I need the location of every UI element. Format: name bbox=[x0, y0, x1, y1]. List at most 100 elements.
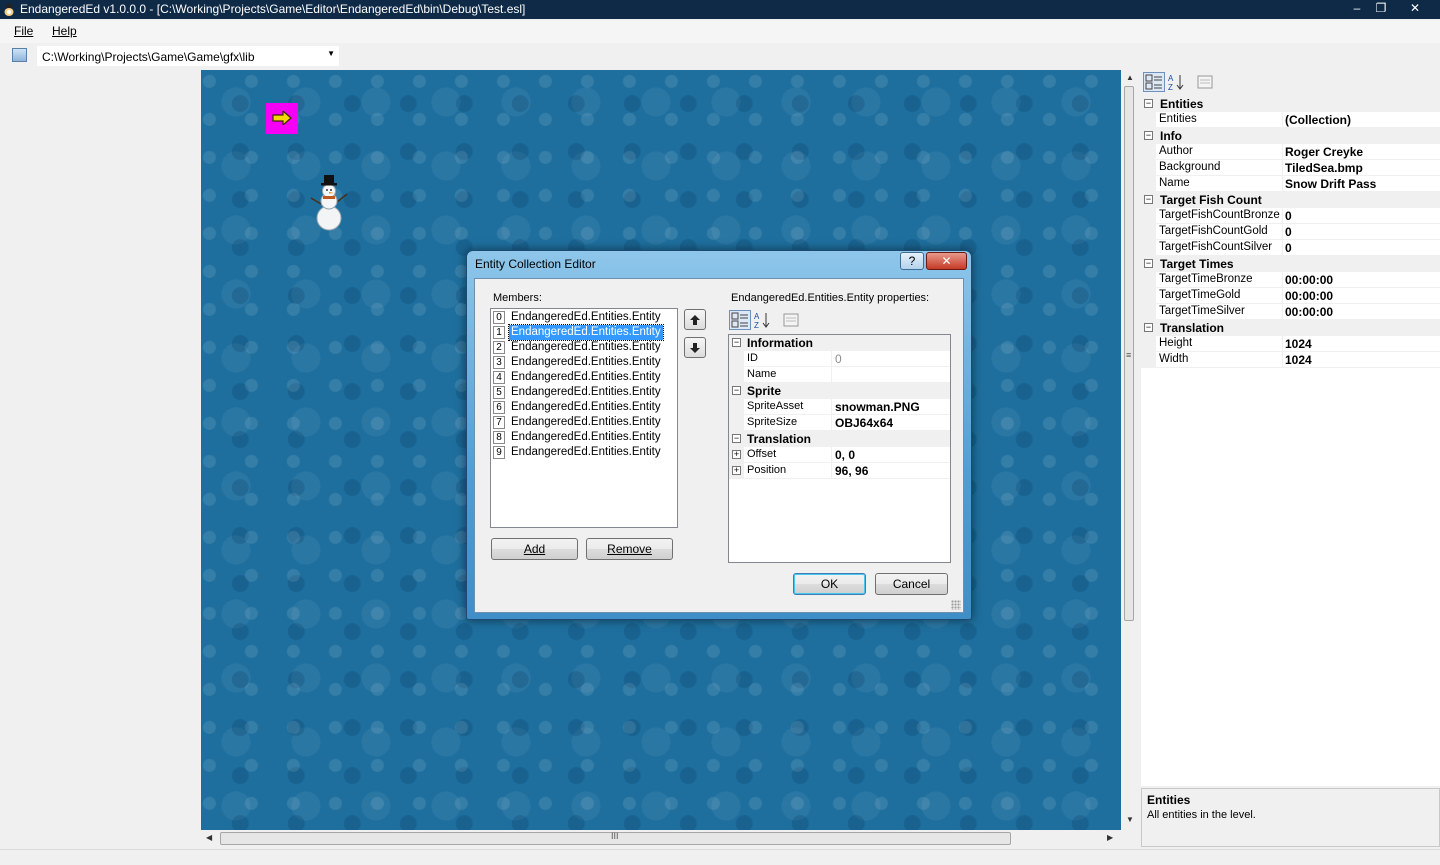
entity-alphabetical-button[interactable]: A Z bbox=[752, 310, 774, 330]
image-library-icon[interactable] bbox=[12, 48, 27, 62]
scroll-down-icon[interactable]: ▼ bbox=[1126, 815, 1134, 824]
scroll-up-icon[interactable]: ▲ bbox=[1126, 73, 1134, 82]
collapse-icon[interactable]: − bbox=[732, 386, 741, 395]
canvas-vertical-scrollbar[interactable]: ▲ ≡ ▼ bbox=[1121, 70, 1138, 830]
property-category[interactable]: − Target Fish Count bbox=[1141, 192, 1440, 208]
members-list-item[interactable]: 5 EndangeredEd.Entities.Entity bbox=[492, 385, 676, 400]
entity-property-pages-button[interactable] bbox=[780, 310, 802, 330]
entity-categorized-button[interactable] bbox=[729, 310, 751, 330]
property-value[interactable]: 0 bbox=[1285, 209, 1292, 223]
entity-property-category[interactable]: − Information bbox=[729, 335, 950, 351]
members-list-item[interactable]: 0 EndangeredEd.Entities.Entity bbox=[492, 310, 676, 325]
property-value[interactable]: 00:00:00 bbox=[1285, 289, 1333, 303]
property-row[interactable]: TargetFishCountSilver 0 bbox=[1141, 240, 1440, 256]
property-value[interactable]: OBJ64x64 bbox=[835, 416, 893, 430]
scroll-left-icon[interactable]: ◀ bbox=[206, 833, 212, 842]
entity-property-row[interactable]: Name bbox=[729, 367, 950, 383]
column-divider[interactable] bbox=[1282, 176, 1283, 192]
scroll-right-icon[interactable]: ▶ bbox=[1107, 833, 1113, 842]
entity-property-row[interactable]: + Offset 0, 0 bbox=[729, 447, 950, 463]
column-divider[interactable] bbox=[831, 399, 832, 415]
column-divider[interactable] bbox=[831, 447, 832, 463]
column-divider[interactable] bbox=[1282, 160, 1283, 176]
members-list-item[interactable]: 6 EndangeredEd.Entities.Entity bbox=[492, 400, 676, 415]
property-value[interactable]: 00:00:00 bbox=[1285, 305, 1333, 319]
canvas-horizontal-scrollbar[interactable]: ◀ III ▶ bbox=[201, 830, 1121, 847]
property-value[interactable]: 0 bbox=[835, 352, 842, 366]
cancel-button[interactable]: Cancel bbox=[875, 573, 948, 595]
move-up-button[interactable] bbox=[684, 309, 706, 330]
minimize-button[interactable]: – bbox=[1348, 0, 1366, 17]
members-list-item[interactable]: 4 EndangeredEd.Entities.Entity bbox=[492, 370, 676, 385]
property-value[interactable]: Snow Drift Pass bbox=[1285, 177, 1376, 191]
property-value[interactable]: 00:00:00 bbox=[1285, 273, 1333, 287]
members-list-item[interactable]: 1 EndangeredEd.Entities.Entity bbox=[492, 324, 676, 341]
members-list-item[interactable]: 3 EndangeredEd.Entities.Entity bbox=[492, 355, 676, 370]
property-pages-button[interactable] bbox=[1194, 72, 1216, 92]
entity-property-row[interactable]: SpriteSize OBJ64x64 bbox=[729, 415, 950, 431]
expand-icon[interactable]: + bbox=[732, 466, 741, 475]
column-divider[interactable] bbox=[1282, 272, 1283, 288]
property-row[interactable]: Author Roger Creyke bbox=[1141, 144, 1440, 160]
property-row[interactable]: Name Snow Drift Pass bbox=[1141, 176, 1440, 192]
alphabetical-view-button[interactable]: A Z bbox=[1166, 72, 1188, 92]
ok-button[interactable]: OK bbox=[793, 573, 866, 595]
property-category[interactable]: − Info bbox=[1141, 128, 1440, 144]
property-row[interactable]: TargetTimeBronze 00:00:00 bbox=[1141, 272, 1440, 288]
entity-property-category[interactable]: − Translation bbox=[729, 431, 950, 447]
property-value[interactable]: snowman.PNG bbox=[835, 400, 920, 414]
property-value[interactable]: 0 bbox=[1285, 241, 1292, 255]
property-category[interactable]: − Target Times bbox=[1141, 256, 1440, 272]
dialog-help-button[interactable]: ? bbox=[900, 252, 924, 270]
close-button[interactable]: ✕ bbox=[1400, 0, 1430, 17]
property-value[interactable]: 1024 bbox=[1285, 337, 1312, 351]
collapse-icon[interactable]: − bbox=[1144, 131, 1153, 140]
property-row[interactable]: TargetTimeSilver 00:00:00 bbox=[1141, 304, 1440, 320]
property-value[interactable]: TiledSea.bmp bbox=[1285, 161, 1363, 175]
entity-property-row[interactable]: SpriteAsset snowman.PNG bbox=[729, 399, 950, 415]
members-list-item[interactable]: 7 EndangeredEd.Entities.Entity bbox=[492, 415, 676, 430]
property-value[interactable]: 0, 0 bbox=[835, 448, 855, 462]
column-divider[interactable] bbox=[1282, 288, 1283, 304]
resize-grip-icon[interactable] bbox=[951, 600, 961, 610]
property-row[interactable]: Height 1024 bbox=[1141, 336, 1440, 352]
add-button[interactable]: Add bbox=[491, 538, 578, 560]
menu-help[interactable]: Help bbox=[52, 24, 77, 38]
property-row[interactable]: TargetFishCountGold 0 bbox=[1141, 224, 1440, 240]
entity-property-grid[interactable]: − Information ID 0 Name − Sprite SpriteAsset sno… bbox=[728, 334, 951, 563]
snowman-sprite[interactable] bbox=[305, 174, 353, 234]
property-row[interactable]: TargetFishCountBronze 0 bbox=[1141, 208, 1440, 224]
entity-property-category[interactable]: − Sprite bbox=[729, 383, 950, 399]
column-divider[interactable] bbox=[1282, 336, 1283, 352]
members-list-item[interactable]: 8 EndangeredEd.Entities.Entity bbox=[492, 430, 676, 445]
level-property-grid[interactable]: A Z − Entities Entities (Collection) − Info Au… bbox=[1141, 70, 1440, 786]
collapse-icon[interactable]: − bbox=[1144, 259, 1153, 268]
asset-path-combo[interactable]: C:\Working\Projects\Game\Game\gfx\lib ▼ bbox=[37, 46, 339, 66]
property-value[interactable]: 1024 bbox=[1285, 353, 1312, 367]
collapse-icon[interactable]: − bbox=[732, 338, 741, 347]
column-divider[interactable] bbox=[831, 415, 832, 431]
column-divider[interactable] bbox=[1282, 112, 1283, 128]
column-divider[interactable] bbox=[831, 367, 832, 383]
entity-property-row[interactable]: + Position 96, 96 bbox=[729, 463, 950, 479]
column-divider[interactable] bbox=[1282, 352, 1283, 368]
property-row[interactable]: TargetTimeGold 00:00:00 bbox=[1141, 288, 1440, 304]
property-row[interactable]: Background TiledSea.bmp bbox=[1141, 160, 1440, 176]
members-list-item[interactable]: 9 EndangeredEd.Entities.Entity bbox=[492, 445, 676, 460]
collapse-icon[interactable]: − bbox=[1144, 99, 1153, 108]
menu-file[interactable]: File bbox=[14, 24, 33, 38]
move-down-button[interactable] bbox=[684, 337, 706, 358]
members-list[interactable]: 0 EndangeredEd.Entities.Entity 1 Endangered… bbox=[490, 308, 678, 528]
column-divider[interactable] bbox=[1282, 144, 1283, 160]
property-row[interactable]: Entities (Collection) bbox=[1141, 112, 1440, 128]
categorized-view-button[interactable] bbox=[1143, 72, 1165, 92]
chevron-down-icon[interactable]: ▼ bbox=[327, 49, 335, 58]
property-value[interactable]: 0 bbox=[1285, 225, 1292, 239]
start-marker[interactable] bbox=[266, 103, 298, 134]
column-divider[interactable] bbox=[831, 463, 832, 479]
remove-button[interactable]: Remove bbox=[586, 538, 673, 560]
collapse-icon[interactable]: − bbox=[1144, 323, 1153, 332]
collapse-icon[interactable]: − bbox=[732, 434, 741, 443]
expand-icon[interactable]: + bbox=[732, 450, 741, 459]
property-value[interactable]: 96, 96 bbox=[835, 464, 868, 478]
